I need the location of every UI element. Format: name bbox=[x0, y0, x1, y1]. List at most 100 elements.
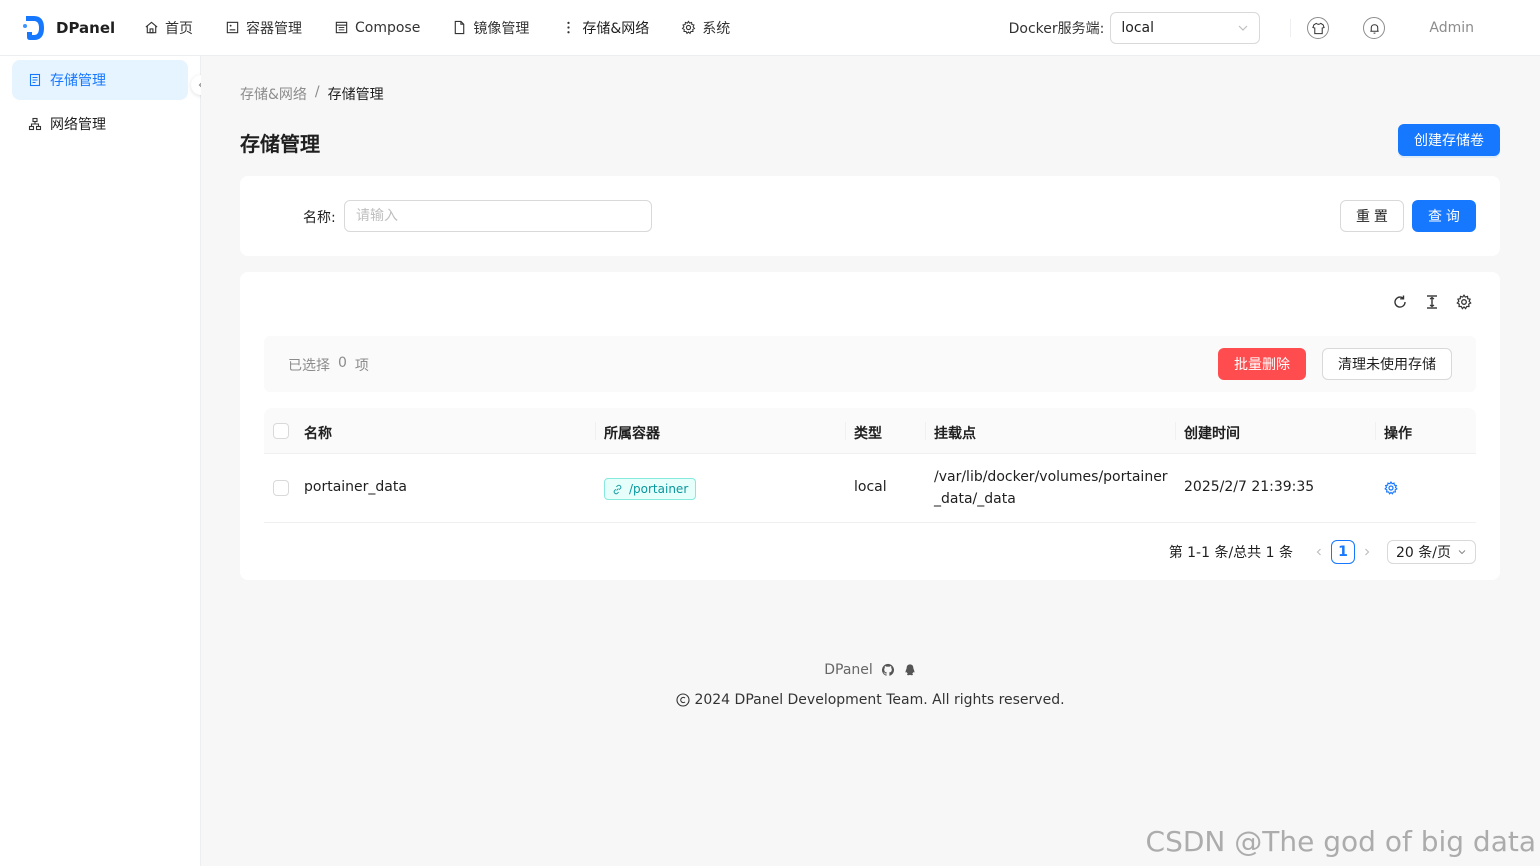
table-toolbar bbox=[1392, 294, 1472, 310]
table-row: portainer_data /portainer local /var/lib… bbox=[264, 454, 1476, 523]
user-menu[interactable]: Admin bbox=[1429, 20, 1474, 36]
column-height-icon[interactable] bbox=[1424, 294, 1440, 310]
row-settings-icon[interactable] bbox=[1384, 481, 1398, 495]
column-divider bbox=[845, 422, 846, 440]
cell-mount: /var/lib/docker/volumes/portainer_data/_… bbox=[934, 469, 1168, 507]
page-title: 存储管理 bbox=[240, 132, 320, 156]
sidebar-item-label: 存储管理 bbox=[50, 73, 106, 89]
storage-icon bbox=[29, 73, 41, 87]
breadcrumb-parent[interactable]: 存储&网络 bbox=[240, 84, 307, 104]
nav-item-images[interactable]: 镜像管理 bbox=[436, 0, 545, 56]
column-header-name[interactable]: 名称 bbox=[304, 423, 332, 443]
cell-type: local bbox=[854, 479, 887, 495]
docker-server-value: local bbox=[1121, 20, 1154, 36]
selection-status: 已选择 0 项 bbox=[288, 355, 369, 375]
column-header-actions: 操作 bbox=[1384, 426, 1412, 442]
query-button[interactable]: 查 询 bbox=[1412, 200, 1476, 232]
notification-button[interactable] bbox=[1363, 17, 1386, 39]
chevron-right-icon bbox=[1365, 548, 1370, 556]
selection-bar: 已选择 0 项 批量删除 清理未使用存储 bbox=[264, 336, 1476, 392]
nav-item-containers[interactable]: 容器管理 bbox=[209, 0, 318, 56]
cell-created: 2025/2/7 21:39:35 bbox=[1184, 479, 1315, 495]
column-header-mount[interactable]: 挂载点 bbox=[934, 423, 976, 443]
sidebar-item-network[interactable]: 网络管理 bbox=[12, 104, 188, 144]
reset-button[interactable]: 重 置 bbox=[1340, 200, 1404, 232]
docker-server-label: Docker服务端: bbox=[1008, 21, 1105, 37]
chevron-down-icon bbox=[1238, 25, 1248, 31]
nav-item-system[interactable]: 系统 bbox=[665, 0, 746, 56]
column-header-container[interactable]: 所属容器 bbox=[604, 423, 660, 443]
page-size-value: 20 条/页 bbox=[1396, 545, 1451, 561]
nav-item-label: 容器管理 bbox=[246, 20, 302, 37]
sidebar-item-storage[interactable]: 存储管理 bbox=[12, 60, 188, 100]
chevron-left-icon bbox=[1316, 548, 1321, 556]
sidebar: 存储管理 网络管理 bbox=[0, 56, 201, 866]
dpanel-logo-icon bbox=[23, 15, 44, 40]
prev-page-button[interactable] bbox=[1307, 540, 1331, 564]
chevron-down-icon bbox=[1458, 550, 1466, 555]
nav-item-label: 系统 bbox=[702, 20, 731, 37]
column-divider bbox=[595, 422, 596, 440]
app-name: DPanel bbox=[56, 18, 116, 37]
shirt-icon bbox=[1312, 22, 1325, 34]
column-header-created[interactable]: 创建时间 bbox=[1184, 423, 1240, 443]
header-divider bbox=[1290, 19, 1292, 37]
docker-server-select[interactable]: local bbox=[1110, 12, 1261, 44]
search-card: 名称: 重 置 查 询 bbox=[240, 176, 1500, 256]
pagination: 第 1-1 条/总共 1 条 1 20 条/页 bbox=[1169, 540, 1476, 564]
search-label: 名称: bbox=[303, 210, 336, 226]
github-icon[interactable] bbox=[881, 663, 895, 677]
breadcrumb-current: 存储管理 bbox=[327, 87, 384, 103]
select-all-checkbox[interactable] bbox=[273, 423, 289, 439]
breadcrumb-separator: / bbox=[314, 84, 320, 100]
more-vertical-icon bbox=[567, 21, 570, 34]
network-icon bbox=[28, 117, 42, 131]
watermark: CSDN @The god of big data bbox=[1145, 825, 1536, 858]
top-header: DPanel 首页 容器管理 Compose 镜像管理 存储&网络 系统 Doc… bbox=[0, 0, 1540, 56]
container-tag[interactable]: /portainer bbox=[604, 478, 697, 500]
copyright-icon bbox=[676, 693, 691, 707]
selection-count: 0 bbox=[338, 355, 347, 371]
column-header-type[interactable]: 类型 bbox=[854, 423, 882, 443]
settings-icon[interactable] bbox=[1456, 294, 1472, 310]
footer-brand-name: DPanel bbox=[824, 662, 873, 678]
app-logo[interactable]: DPanel bbox=[0, 14, 128, 42]
clean-unused-button[interactable]: 清理未使用存储 bbox=[1322, 348, 1452, 380]
container-tag-label: /portainer bbox=[629, 482, 689, 496]
footer-copyright: 2024 DPanel Development Team. All rights… bbox=[201, 692, 1540, 708]
column-divider bbox=[1175, 422, 1176, 440]
file-icon bbox=[455, 20, 465, 35]
batch-delete-button[interactable]: 批量删除 bbox=[1218, 348, 1306, 380]
pagination-total: 第 1-1 条/总共 1 条 bbox=[1168, 545, 1293, 561]
bell-icon bbox=[1370, 23, 1379, 34]
row-checkbox[interactable] bbox=[273, 480, 289, 496]
page-number-button[interactable]: 1 bbox=[1331, 540, 1355, 564]
container-icon bbox=[226, 21, 239, 34]
page-size-select[interactable]: 20 条/页 bbox=[1387, 540, 1476, 564]
qq-icon[interactable] bbox=[903, 663, 917, 677]
create-volume-button[interactable]: 创建存储卷 bbox=[1398, 124, 1500, 156]
table-header: 名称 所属容器 类型 挂载点 创建时间 操作 bbox=[264, 408, 1476, 454]
next-page-button[interactable] bbox=[1355, 540, 1379, 564]
copyright-text: 2024 DPanel Development Team. All rights… bbox=[694, 692, 1065, 708]
nav-item-label: Compose bbox=[355, 19, 421, 36]
column-divider bbox=[1375, 422, 1376, 440]
reload-icon[interactable] bbox=[1392, 294, 1408, 310]
selection-prefix: 已选择 bbox=[288, 358, 330, 374]
footer-brand: DPanel bbox=[201, 662, 1540, 678]
nav-item-label: 首页 bbox=[165, 20, 193, 37]
nav-item-home[interactable]: 首页 bbox=[128, 0, 209, 56]
theme-button[interactable] bbox=[1307, 17, 1330, 39]
link-icon bbox=[613, 484, 622, 494]
nav-item-storage-network[interactable]: 存储&网络 bbox=[545, 0, 665, 56]
sidebar-item-label: 网络管理 bbox=[50, 117, 106, 133]
cell-name: portainer_data bbox=[304, 479, 407, 495]
nav-item-label: 镜像管理 bbox=[473, 20, 530, 37]
main-content: 存储&网络 / 存储管理 存储管理 创建存储卷 名称: 重 置 查 询 已选择 … bbox=[201, 56, 1540, 866]
column-divider bbox=[925, 422, 926, 440]
home-icon bbox=[145, 21, 158, 34]
nav-item-compose[interactable]: Compose bbox=[318, 0, 436, 56]
compose-icon bbox=[335, 21, 348, 34]
breadcrumb: 存储&网络 / 存储管理 bbox=[240, 84, 384, 104]
name-search-input[interactable] bbox=[344, 200, 652, 232]
